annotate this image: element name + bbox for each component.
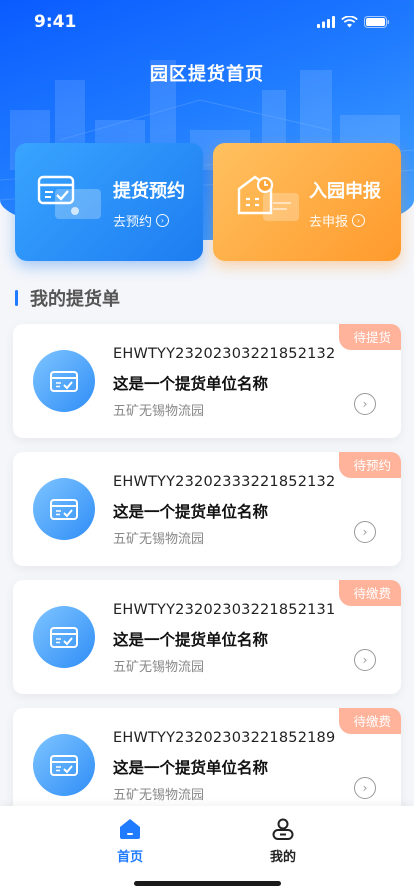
status-icons [317, 16, 390, 28]
park-entry-title: 入园申报 [309, 181, 381, 202]
building-icon [237, 175, 299, 221]
wifi-icon [341, 16, 358, 28]
order-code: EHWTYY23202333221852132 [113, 474, 336, 490]
order-card[interactable]: EHWTYY23202303221852131 这是一个提货单位名称 五矿无锡物… [13, 580, 401, 694]
arrow-right-icon: › [352, 214, 366, 227]
home-indicator [134, 881, 281, 886]
park-entry-subtitle: 去申报 [309, 215, 349, 230]
chevron-right-icon[interactable]: › [354, 521, 376, 543]
section-accent-bar [15, 290, 18, 306]
order-location: 五矿无锡物流园 [113, 788, 205, 803]
park-entry-link[interactable]: 去申报 › [309, 211, 366, 230]
order-company-name: 这是一个提货单位名称 [113, 759, 269, 777]
tab-home-label: 首页 [116, 850, 143, 865]
order-code: EHWTYY23202303221852189 [113, 730, 336, 746]
delivery-box-icon [50, 755, 78, 776]
pickup-appointment-subtitle: 去预约 [113, 215, 153, 230]
section-title: 我的提货单 [30, 289, 120, 310]
order-card[interactable]: EHWTYY23202303221852189 这是一个提货单位名称 五矿无锡物… [13, 708, 401, 822]
truck-box-icon [37, 175, 101, 219]
user-icon [272, 818, 294, 840]
order-location: 五矿无锡物流园 [113, 404, 205, 419]
order-code: EHWTYY23202303221852132 [113, 346, 336, 362]
home-icon [120, 819, 140, 839]
status-bar: 9:41 [0, 0, 414, 44]
tab-mine-label: 我的 [269, 850, 296, 865]
pickup-appointment-card[interactable]: 提货预约 去预约 › [15, 143, 203, 261]
order-company-name: 这是一个提货单位名称 [113, 503, 269, 521]
status-badge: 待预约 [339, 452, 401, 478]
order-avatar [33, 606, 95, 668]
battery-icon [364, 16, 390, 28]
order-avatar [33, 350, 95, 412]
signal-icon [317, 16, 335, 28]
order-location: 五矿无锡物流园 [113, 532, 205, 547]
delivery-box-icon [50, 371, 78, 392]
delivery-box-icon [50, 627, 78, 648]
status-badge: 待缴费 [339, 708, 401, 734]
delivery-box-icon [50, 499, 78, 520]
order-avatar [33, 478, 95, 540]
arrow-right-icon: › [156, 214, 170, 227]
order-company-name: 这是一个提货单位名称 [113, 631, 269, 649]
pickup-appointment-link[interactable]: 去预约 › [113, 211, 170, 230]
tab-mine[interactable]: 我的 [243, 816, 323, 865]
status-time: 9:41 [34, 12, 77, 32]
pickup-appointment-title: 提货预约 [113, 181, 185, 202]
tab-home[interactable]: 首页 [90, 816, 170, 865]
order-company-name: 这是一个提货单位名称 [113, 375, 269, 393]
status-badge: 待提货 [339, 324, 401, 350]
chevron-right-icon[interactable]: › [354, 777, 376, 799]
page-title: 园区提货首页 [150, 64, 264, 85]
order-code: EHWTYY23202303221852131 [113, 602, 336, 618]
status-badge: 待缴费 [339, 580, 401, 606]
chevron-right-icon[interactable]: › [354, 649, 376, 671]
order-card[interactable]: EHWTYY23202303221852132 这是一个提货单位名称 五矿无锡物… [13, 324, 401, 438]
order-location: 五矿无锡物流园 [113, 660, 205, 675]
order-card[interactable]: EHWTYY23202333221852132 这是一个提货单位名称 五矿无锡物… [13, 452, 401, 566]
my-orders-section-header: 我的提货单 [15, 286, 120, 310]
park-entry-declaration-card[interactable]: 入园申报 去申报 › [213, 143, 401, 261]
order-avatar [33, 734, 95, 796]
chevron-right-icon[interactable]: › [354, 393, 376, 415]
